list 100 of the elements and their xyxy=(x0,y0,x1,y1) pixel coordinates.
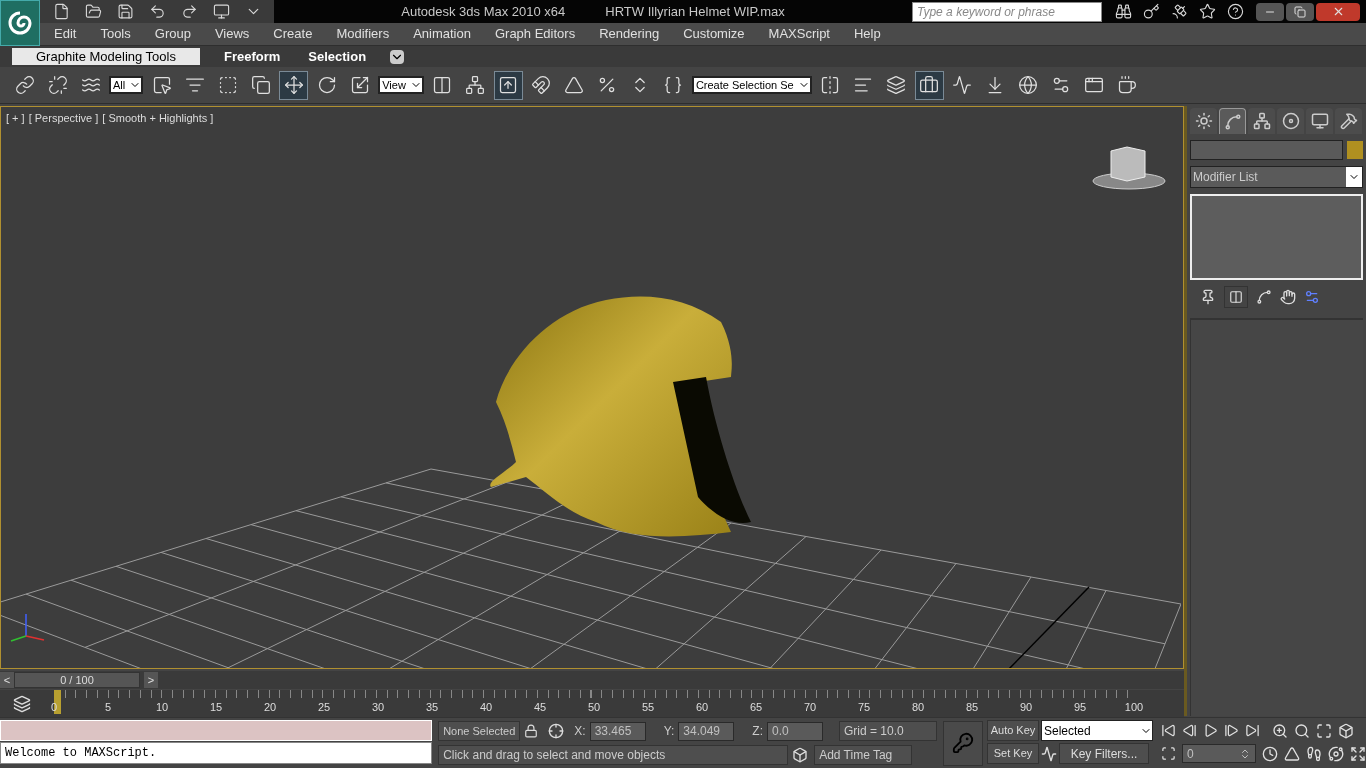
menu-item[interactable]: Customize xyxy=(683,24,745,44)
frame-number: 35 xyxy=(425,701,439,714)
menu-item[interactable]: Graph Editors xyxy=(494,24,576,44)
overlapping-squares-icon xyxy=(250,75,271,95)
viewport-label[interactable]: [ + ] xyxy=(6,110,25,127)
close-button[interactable] xyxy=(1316,2,1360,21)
modifier-list-dropdown[interactable]: Modifier List xyxy=(1190,166,1363,188)
time-slider-track[interactable]: < 0 / 100 > xyxy=(0,671,1184,689)
object-name-field[interactable] xyxy=(1190,140,1343,160)
current-frame-field[interactable]: 0 xyxy=(1182,744,1256,763)
toolbar-dropdown[interactable]: View xyxy=(378,76,424,94)
maxscript-input-field[interactable] xyxy=(0,720,433,741)
curve-icon xyxy=(1223,112,1242,131)
command-panel-tab[interactable] xyxy=(1190,108,1217,134)
menu-item[interactable]: Edit xyxy=(54,24,77,44)
set-key-button[interactable]: Set Key xyxy=(987,743,1039,764)
ribbon-tab[interactable]: Graphite Modeling Tools xyxy=(12,48,200,65)
command-panel-tab[interactable] xyxy=(1277,108,1304,134)
menu-item[interactable]: Tools xyxy=(100,24,131,44)
maxscript-output-field[interactable]: Welcome to MAXScript. xyxy=(0,742,433,764)
viewport-label[interactable]: [ Smooth + Highlights ] xyxy=(102,110,214,127)
grid-size-label: Grid = 10.0 xyxy=(839,721,937,741)
next-frame-button[interactable]: > xyxy=(144,672,158,689)
y-label: Y: xyxy=(663,723,675,740)
footprints-icon[interactable] xyxy=(1306,745,1322,762)
time-config-icon[interactable] xyxy=(1262,745,1278,762)
go-to-start-icon[interactable] xyxy=(1161,723,1176,738)
perspective-viewport[interactable]: [ + ] [ Perspective ] [ Smooth + Highlights ] xyxy=(0,106,1184,670)
y-coordinate-field[interactable]: 34.049 xyxy=(678,721,735,741)
toolbar-dropdown[interactable]: All xyxy=(109,76,144,94)
toolbar-button[interactable] xyxy=(914,70,944,100)
menu-item[interactable]: Create xyxy=(273,24,313,44)
menu-item[interactable]: MAXScript xyxy=(768,24,830,44)
go-to-end-icon[interactable] xyxy=(1245,723,1260,738)
zoom-extents-icon[interactable] xyxy=(1316,722,1332,739)
zoom-all-icon[interactable] xyxy=(1294,722,1310,739)
search-field[interactable]: Type a keyword or phrase xyxy=(912,1,1102,22)
object-color-swatch[interactable] xyxy=(1347,141,1363,159)
frame-number: 25 xyxy=(317,701,331,714)
frame-number: 0 xyxy=(50,701,58,714)
toolbar-button[interactable] xyxy=(493,70,523,100)
crosshair-icon[interactable] xyxy=(548,723,565,739)
save-icon xyxy=(116,3,134,20)
next-key-icon[interactable] xyxy=(1224,723,1239,738)
previous-key-icon[interactable] xyxy=(1182,723,1197,738)
ribbon-toggle-icon[interactable] xyxy=(390,49,405,64)
rotate-icon xyxy=(316,75,337,95)
command-panel-tab[interactable] xyxy=(1335,108,1362,134)
view-cube-icon[interactable] xyxy=(1091,143,1167,191)
menu-item[interactable]: Views xyxy=(214,24,250,44)
frame-number: 70 xyxy=(803,701,817,714)
menu-item[interactable]: Modifiers xyxy=(336,24,390,44)
orbit-icon[interactable] xyxy=(1328,745,1344,762)
lock-icon[interactable] xyxy=(524,724,539,738)
key-filters-button[interactable]: Key Filters... xyxy=(1059,743,1149,764)
key-mode-dropdown[interactable]: Selected xyxy=(1041,720,1153,741)
time-slider-thumb[interactable]: 0 / 100 xyxy=(14,672,140,689)
x-coordinate-field[interactable]: 33.465 xyxy=(589,721,646,741)
window-icon xyxy=(1084,75,1105,95)
cube-icon[interactable] xyxy=(792,747,809,763)
command-panel-tab[interactable] xyxy=(1219,108,1246,134)
spinner-icon xyxy=(1239,747,1251,760)
braces-icon xyxy=(663,75,684,95)
app-logo-icon[interactable] xyxy=(0,0,40,46)
z-coordinate-field[interactable]: 0.0 xyxy=(767,721,823,741)
folder-icon xyxy=(84,3,102,20)
viewport-label[interactable]: [ Perspective ] xyxy=(28,110,99,127)
frame-number: 5 xyxy=(104,701,112,714)
frame-number: 65 xyxy=(749,701,763,714)
frame-number: 60 xyxy=(695,701,709,714)
toolbar-button[interactable] xyxy=(279,70,309,100)
help-icon xyxy=(1226,3,1244,20)
command-panel-tab[interactable] xyxy=(1248,108,1275,134)
ribbon-tab[interactable]: Freeform xyxy=(219,46,285,67)
toolbar-dropdown[interactable]: Create Selection Se xyxy=(691,76,812,94)
show-end-result-button[interactable] xyxy=(1224,286,1248,308)
maximize-viewport-icon[interactable] xyxy=(1350,745,1366,762)
hammer-icon xyxy=(1339,112,1358,130)
play-icon[interactable] xyxy=(1203,723,1218,738)
menu-item[interactable]: Help xyxy=(854,24,881,44)
menu-item[interactable]: Animation xyxy=(413,24,471,44)
modifier-stack-list[interactable] xyxy=(1190,194,1363,280)
auto-key-button[interactable]: Auto Key xyxy=(987,720,1039,741)
zoom-icon[interactable] xyxy=(1272,722,1288,739)
add-time-tag-button[interactable]: Add Time Tag xyxy=(814,745,913,765)
ribbon-tab[interactable]: Selection xyxy=(304,46,371,67)
zoom-extents-all-icon[interactable] xyxy=(1338,722,1354,739)
menu-item[interactable]: Rendering xyxy=(599,24,660,44)
restore-button[interactable] xyxy=(1286,2,1314,21)
previous-frame-button[interactable]: < xyxy=(0,672,14,689)
selection-status: None Selected xyxy=(438,721,521,741)
frame-number: 95 xyxy=(1073,701,1087,714)
filter-icon[interactable] xyxy=(13,694,31,713)
menu-item[interactable]: Group xyxy=(154,24,191,44)
minimize-button[interactable] xyxy=(1256,2,1284,21)
z-label: Z: xyxy=(752,723,763,740)
key-icon xyxy=(952,732,974,754)
command-panel-tab[interactable] xyxy=(1306,108,1333,134)
pin-icon[interactable] xyxy=(1200,289,1216,305)
configure-icon[interactable] xyxy=(1304,289,1320,305)
